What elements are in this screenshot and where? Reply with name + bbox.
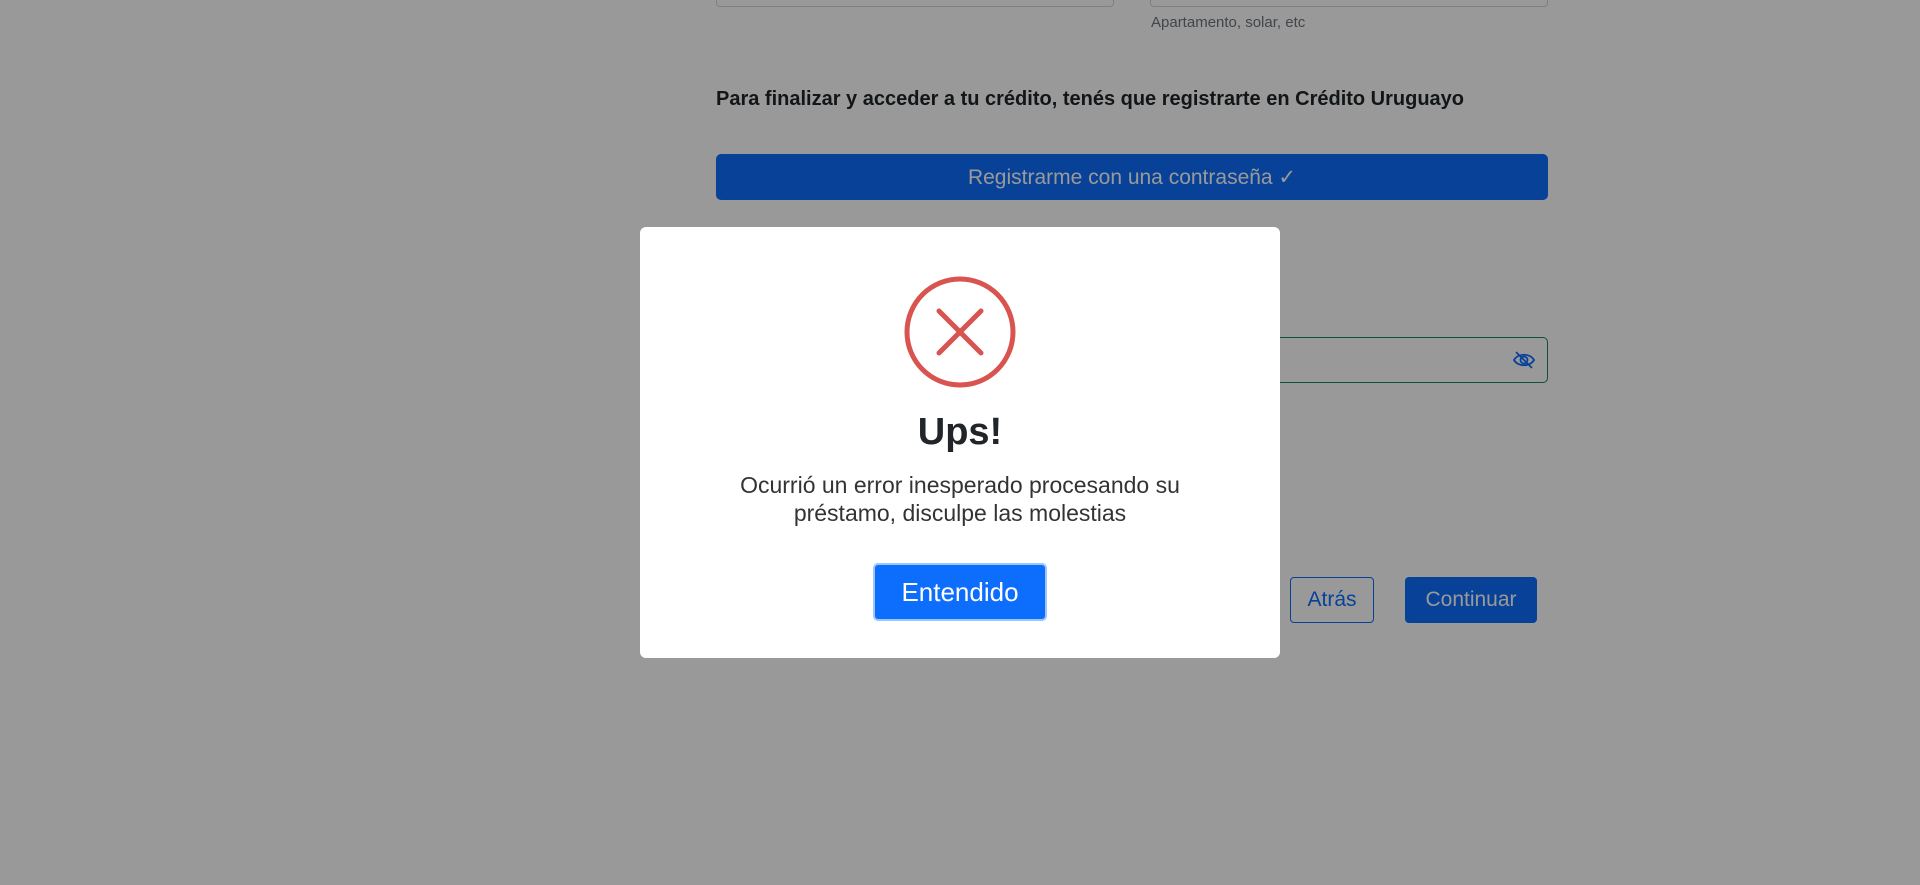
error-dialog: Ups! Ocurrió un error inesperado procesa… [640, 227, 1280, 658]
error-x-icon [904, 276, 1016, 388]
dialog-title: Ups! [917, 411, 1003, 453]
dialog-message: Ocurrió un error inesperado procesando s… [740, 472, 1180, 526]
understood-button[interactable]: Entendido [873, 563, 1047, 621]
page: Apartamento, solar, etc Para finalizar y… [0, 0, 1920, 885]
